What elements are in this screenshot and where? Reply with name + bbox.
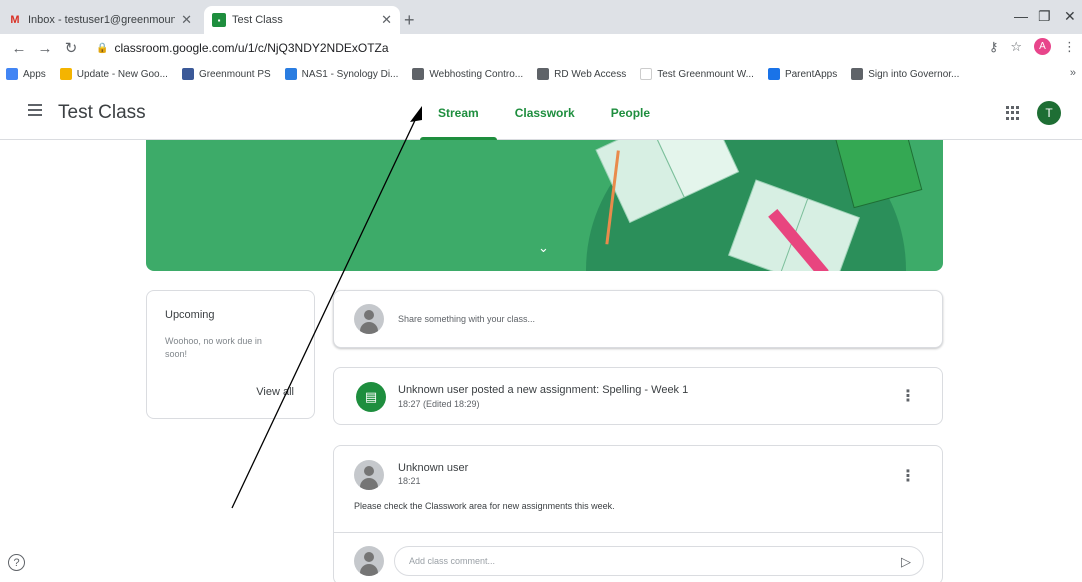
bookmark-item[interactable]: NAS1 - Synology Di... <box>284 68 399 80</box>
help-icon[interactable]: ? <box>8 554 25 571</box>
tab-stream[interactable]: Stream <box>420 86 497 140</box>
send-icon[interactable]: ▷ <box>901 554 911 570</box>
lock-icon: 🔒 <box>96 42 109 54</box>
class-tabs: Stream Classwork People <box>420 86 668 140</box>
bookmark-label: ParentApps <box>784 68 838 80</box>
user-avatar <box>354 460 384 490</box>
classroom-icon: ▪ <box>212 13 226 27</box>
bookmark-icon <box>767 68 780 80</box>
bookmark-item[interactable]: Webhosting Contro... <box>412 68 523 80</box>
assignment-card[interactable]: ▤ Unknown user posted a new assignment: … <box>333 367 943 425</box>
view-all-link[interactable]: View all <box>256 386 294 398</box>
post-time: 18:21 <box>398 476 421 486</box>
window-close-icon[interactable]: ✕ <box>1064 8 1076 25</box>
tab-people[interactable]: People <box>593 86 668 140</box>
bookmark-icon <box>6 68 18 80</box>
browser-toolbar: ← → ↻ 🔒 classroom.google.com/u/1/c/NjQ3N… <box>0 34 1082 62</box>
back-arrow-icon[interactable]: ← <box>6 40 32 57</box>
bookmark-item[interactable]: Greenmount PS <box>181 68 271 80</box>
more-vert-icon[interactable]: ⋮ <box>900 386 916 406</box>
bookmark-icon <box>284 68 297 80</box>
close-icon[interactable]: ✕ <box>181 12 192 28</box>
google-apps-icon[interactable] <box>1006 106 1020 120</box>
bookmark-icon <box>640 68 653 80</box>
browser-tab-classroom[interactable]: ▪ Test Class ✕ <box>204 6 400 34</box>
bookmark-label: Sign into Governor... <box>868 68 960 80</box>
assignment-time: 18:27 (Edited 18:29) <box>398 399 480 409</box>
toolbar-right-icons: ⚷ ☆ A ⋮ <box>989 38 1076 55</box>
assignment-title[interactable]: Unknown user posted a new assignment: Sp… <box>398 384 688 396</box>
star-icon[interactable]: ☆ <box>1010 39 1022 55</box>
bookmark-label: RD Web Access <box>554 68 627 80</box>
class-banner: ⌄ <box>146 140 943 271</box>
bookmark-icon <box>59 68 72 80</box>
close-icon[interactable]: ✕ <box>381 12 392 28</box>
upcoming-panel: Upcoming Woohoo, no work due in soon! Vi… <box>146 290 315 419</box>
share-box[interactable]: Share something with your class... <box>333 290 943 348</box>
comment-placeholder: Add class comment... <box>409 556 496 566</box>
share-placeholder: Share something with your class... <box>398 314 536 324</box>
browser-tab-strip: M Inbox - testuser1@greenmount. ✕ ▪ Test… <box>0 0 1082 34</box>
reload-icon[interactable]: ↻ <box>58 39 84 57</box>
bookmark-icon <box>851 68 864 80</box>
bookmark-label: Webhosting Contro... <box>429 68 524 80</box>
more-vert-icon[interactable]: ⋮ <box>1063 39 1076 55</box>
address-bar[interactable]: classroom.google.com/u/1/c/NjQ3NDY2NDExO… <box>114 41 388 55</box>
bookmark-item[interactable]: Apps <box>6 68 46 80</box>
restore-icon[interactable]: ❐ <box>1038 8 1051 25</box>
bookmark-label: NAS1 - Synology Di... <box>301 68 399 80</box>
tab-classwork[interactable]: Classwork <box>497 86 593 140</box>
key-icon[interactable]: ⚷ <box>989 39 999 55</box>
class-comment-input[interactable]: Add class comment... ▷ <box>394 546 924 576</box>
assignment-icon: ▤ <box>356 382 386 412</box>
bookmark-item[interactable]: ParentApps <box>767 68 838 80</box>
announcement-card: Unknown user 18:21 ⋮ Please check the Cl… <box>333 445 943 582</box>
post-author: Unknown user <box>398 462 469 474</box>
bookmark-label: Apps <box>23 68 46 80</box>
bookmark-label: Update - New Goo... <box>76 68 168 80</box>
bookmark-label: Test Greenmount W... <box>657 68 754 80</box>
divider <box>334 532 942 533</box>
user-avatar <box>354 546 384 576</box>
bookmark-icon <box>412 68 425 80</box>
more-vert-icon[interactable]: ⋮ <box>900 466 916 486</box>
chevron-down-icon[interactable]: ⌄ <box>538 240 549 256</box>
forward-arrow-icon[interactable]: → <box>32 40 58 57</box>
browser-tab-title: Inbox - testuser1@greenmount. <box>28 14 176 26</box>
gmail-icon: M <box>10 14 20 26</box>
browser-tab-gmail[interactable]: M Inbox - testuser1@greenmount. ✕ <box>0 6 200 34</box>
page-title: Test Class <box>58 102 146 123</box>
hamburger-menu-icon[interactable] <box>28 104 42 116</box>
bookmark-icon <box>537 68 550 80</box>
upcoming-title: Upcoming <box>165 309 215 321</box>
bookmark-item[interactable]: Update - New Goo... <box>59 68 168 80</box>
bookmark-item[interactable]: Test Greenmount W... <box>640 68 754 80</box>
bookmark-label: Greenmount PS <box>198 68 271 80</box>
browser-tab-title: Test Class <box>232 14 283 26</box>
minimize-icon[interactable]: — <box>1014 8 1028 24</box>
classroom-header: Test Class Stream Classwork People T <box>0 86 1082 140</box>
bookmark-item[interactable]: RD Web Access <box>537 68 626 80</box>
post-body: Please check the Classwork area for new … <box>354 501 615 511</box>
account-avatar[interactable]: T <box>1037 101 1061 125</box>
bookmarks-more-icon[interactable]: » <box>1070 67 1076 79</box>
new-tab-button[interactable]: + <box>404 10 415 31</box>
browser-profile-avatar[interactable]: A <box>1034 38 1051 55</box>
upcoming-text: Woohoo, no work due in soon! <box>165 336 262 359</box>
user-avatar <box>354 304 384 334</box>
bookmark-icon <box>181 68 194 80</box>
bookmark-item[interactable]: Sign into Governor... <box>851 68 959 80</box>
bookmarks-bar: Apps Update - New Goo... Greenmount PS NAS1… <box>0 62 1082 86</box>
